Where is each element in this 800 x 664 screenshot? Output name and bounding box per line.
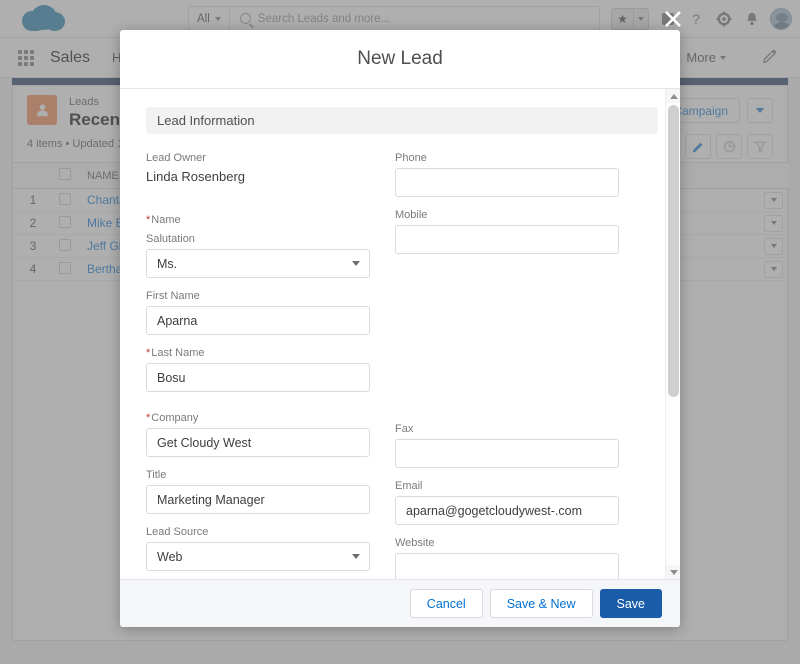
label-name-group: *Name xyxy=(146,212,370,228)
mobile-input[interactable] xyxy=(395,225,619,254)
field-website: Website xyxy=(395,535,619,579)
form-column-right: Phone Mobile xyxy=(395,150,619,579)
title-input[interactable]: Marketing Manager xyxy=(146,485,370,514)
value-company: Get Cloudy West xyxy=(157,436,251,450)
label-email: Email xyxy=(395,478,619,494)
phone-input[interactable] xyxy=(395,168,619,197)
field-email: Email aparna@gogetcloudywest-.com xyxy=(395,478,619,525)
field-lead-source: Lead Source Web xyxy=(146,524,370,571)
cancel-button[interactable]: Cancel xyxy=(410,589,483,618)
value-title: Marketing Manager xyxy=(157,493,265,507)
new-lead-modal: New Lead Lead Information Lead Owner Lin… xyxy=(120,30,680,627)
last-name-input[interactable]: Bosu xyxy=(146,363,370,392)
value-first-name: Aparna xyxy=(157,314,197,328)
label-mobile: Mobile xyxy=(395,207,619,223)
required-marker: * xyxy=(146,347,150,359)
value-last-name: Bosu xyxy=(157,371,186,385)
field-title: Title Marketing Manager xyxy=(146,467,370,514)
website-input[interactable] xyxy=(395,553,619,579)
chevron-down-icon xyxy=(352,261,360,266)
value-lead-owner: Linda Rosenberg xyxy=(146,168,370,186)
required-marker: * xyxy=(146,214,150,226)
field-company: *Company Get Cloudy West xyxy=(146,410,370,457)
label-last-name: *Last Name xyxy=(146,345,370,361)
company-input[interactable]: Get Cloudy West xyxy=(146,428,370,457)
modal-footer: Cancel Save & New Save xyxy=(120,579,680,627)
section-title: Lead Information xyxy=(157,113,255,128)
first-name-input[interactable]: Aparna xyxy=(146,306,370,335)
label-first-name: First Name xyxy=(146,288,370,304)
label-lead-owner: Lead Owner xyxy=(146,150,370,166)
modal-title: New Lead xyxy=(357,48,443,70)
label-company: *Company xyxy=(146,410,370,426)
section-header-lead-information: Lead Information xyxy=(146,107,658,134)
modal-scrollbar[interactable] xyxy=(665,89,680,579)
field-lead-owner: Lead Owner Linda Rosenberg xyxy=(146,150,370,186)
scroll-down-arrow-icon[interactable] xyxy=(666,565,680,579)
label-salutation: Salutation xyxy=(146,231,370,247)
field-fax: Fax xyxy=(395,421,619,468)
value-email: aparna@gogetcloudywest-.com xyxy=(406,504,582,518)
required-marker: * xyxy=(146,412,150,424)
label-fax: Fax xyxy=(395,421,619,437)
lead-source-select[interactable]: Web xyxy=(146,542,370,571)
value-lead-source: Web xyxy=(157,550,182,564)
modal-body: Lead Information Lead Owner Linda Rosenb… xyxy=(120,89,680,579)
field-phone: Phone xyxy=(395,150,619,197)
field-last-name: *Last Name Bosu xyxy=(146,345,370,392)
field-first-name: First Name Aparna xyxy=(146,288,370,335)
salesforce-app: All Search Leads and more... ★ ? xyxy=(0,0,800,664)
modal-header: New Lead xyxy=(120,30,680,89)
salutation-select[interactable]: Ms. xyxy=(146,249,370,278)
chevron-down-icon xyxy=(352,554,360,559)
field-salutation: Salutation Ms. xyxy=(146,231,370,278)
scroll-up-arrow-icon[interactable] xyxy=(666,89,680,103)
form-column-left: Lead Owner Linda Rosenberg *Name Salutat… xyxy=(146,150,370,579)
field-mobile: Mobile xyxy=(395,207,619,254)
email-input[interactable]: aparna@gogetcloudywest-.com xyxy=(395,496,619,525)
fax-input[interactable] xyxy=(395,439,619,468)
label-lead-source: Lead Source xyxy=(146,524,370,540)
save-button[interactable]: Save xyxy=(600,589,663,618)
value-salutation: Ms. xyxy=(157,257,177,271)
label-phone: Phone xyxy=(395,150,619,166)
save-and-new-button[interactable]: Save & New xyxy=(490,589,593,618)
label-website: Website xyxy=(395,535,619,551)
label-title: Title xyxy=(146,467,370,483)
scrollbar-thumb[interactable] xyxy=(668,105,679,397)
close-icon[interactable] xyxy=(661,7,685,31)
